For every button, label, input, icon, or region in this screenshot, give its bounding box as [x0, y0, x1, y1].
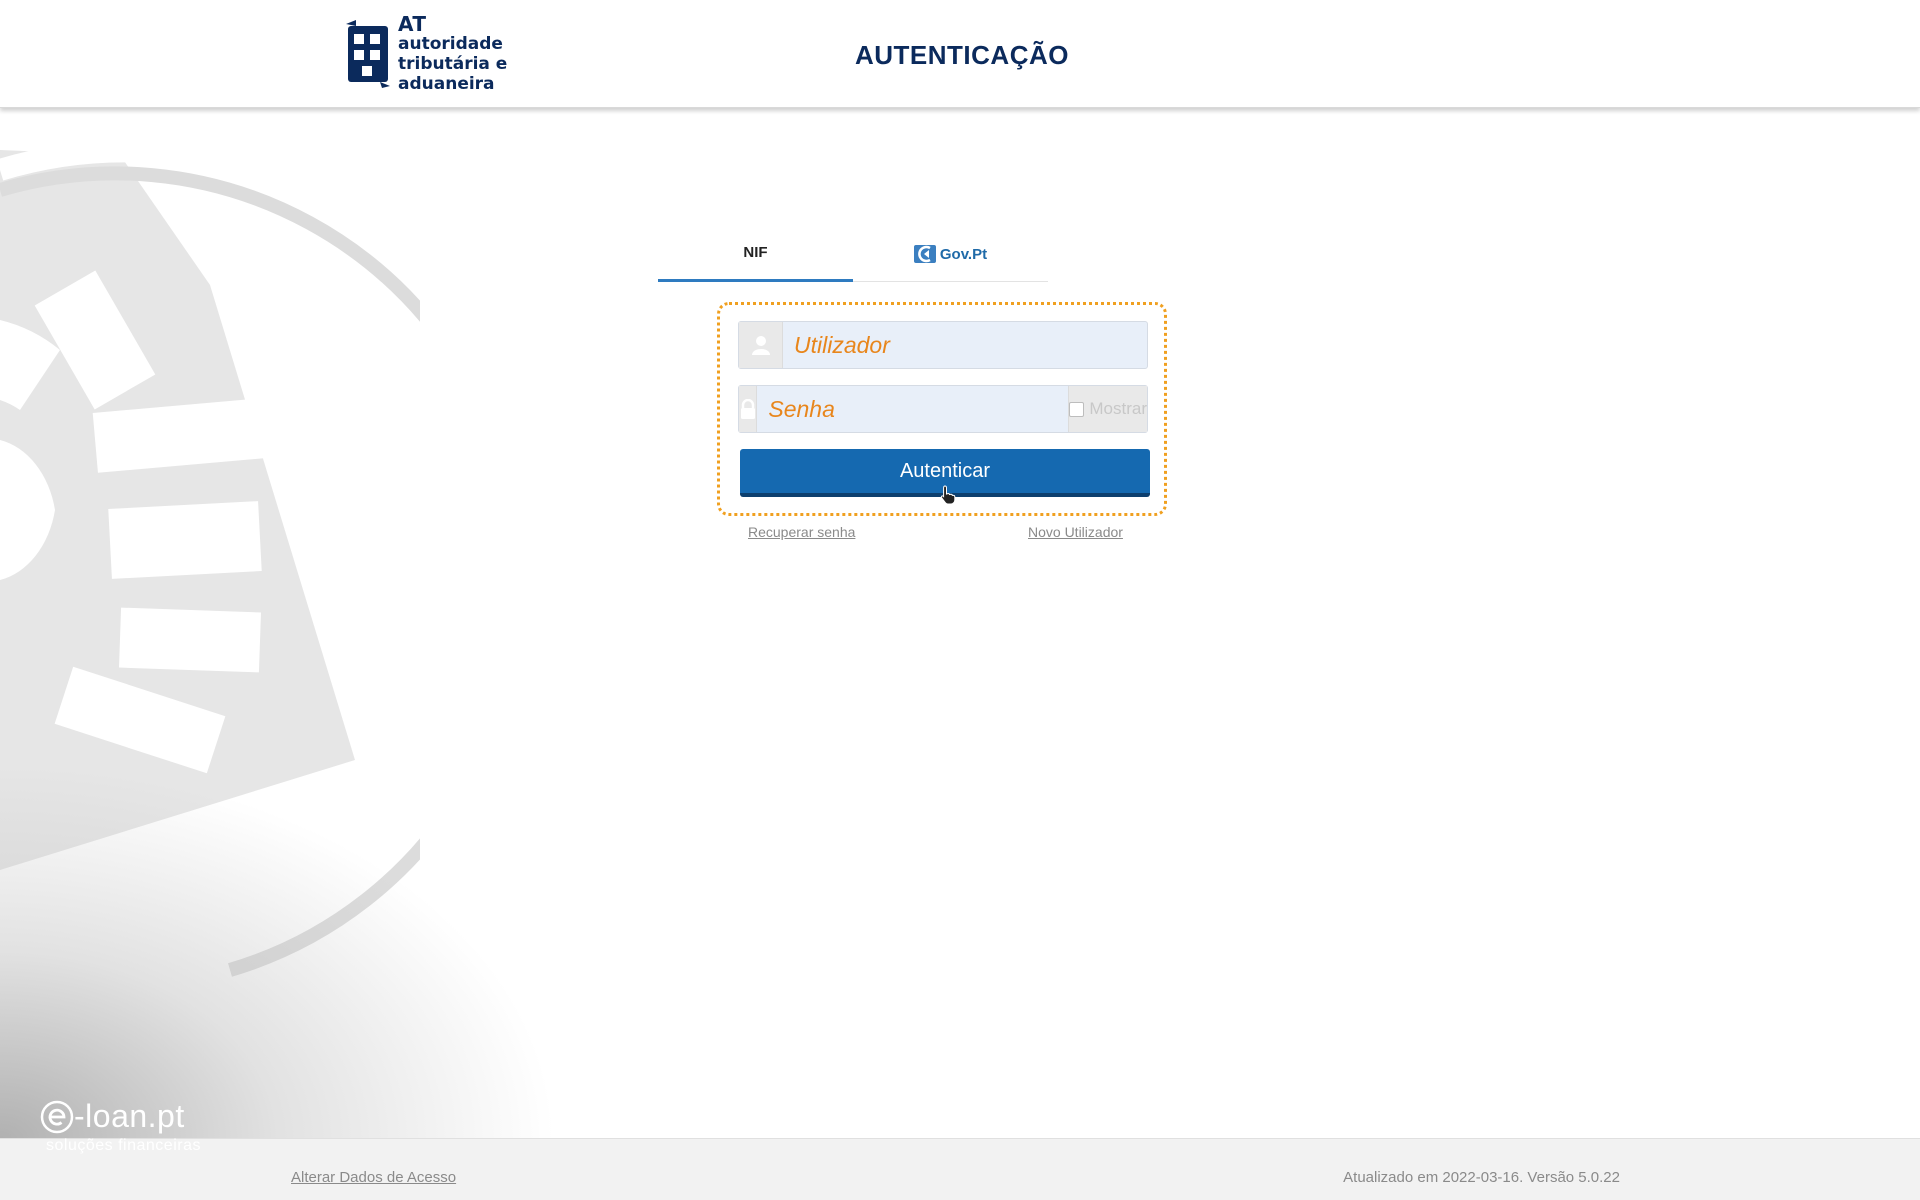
auth-method-tabs: NIF Gov.Pt — [658, 226, 1048, 282]
login-form: Mostrar Autenticar — [717, 302, 1167, 516]
change-access-link[interactable]: Alterar Dados de Acesso — [291, 1169, 456, 1186]
show-password-toggle[interactable]: Mostrar — [1068, 386, 1147, 432]
logo-line-1: AT — [398, 12, 427, 36]
page-title: AUTENTICAÇÃO — [855, 40, 1069, 70]
govpt-logo-icon — [913, 245, 936, 263]
background-gradient — [0, 760, 560, 1140]
mouse-cursor-icon — [940, 485, 956, 505]
page-header: AT autoridade tributária e aduaneira AUT… — [0, 0, 1920, 108]
show-password-checkbox[interactable] — [1069, 401, 1085, 417]
lock-icon — [739, 386, 758, 432]
eloan-branding: -loan.pt soluções financeiras — [40, 1098, 201, 1155]
password-input[interactable] — [757, 386, 1069, 432]
tab-nif[interactable]: NIF — [658, 226, 853, 282]
recover-password-link[interactable]: Recuperar senha — [748, 524, 855, 540]
username-field — [738, 321, 1148, 369]
logo-line-3: tributária e aduaneira — [398, 54, 508, 94]
eloan-logo: -loan.pt — [40, 1098, 201, 1135]
logo-line-2: autoridade — [398, 34, 503, 54]
username-input[interactable] — [783, 322, 1147, 368]
tab-govpt[interactable]: Gov.Pt — [853, 226, 1048, 282]
at-emblem-icon — [346, 20, 390, 88]
eloan-name: -loan.pt — [74, 1098, 185, 1134]
version-info: Atualizado em 2022-03-16. Versão 5.0.22 — [1343, 1169, 1620, 1186]
password-field: Mostrar — [738, 385, 1148, 433]
at-logo[interactable]: AT autoridade tributária e aduaneira — [344, 14, 584, 94]
show-password-label: Mostrar — [1089, 399, 1147, 418]
user-icon — [739, 322, 783, 368]
eloan-tagline: soluções financeiras — [46, 1137, 201, 1154]
tab-govpt-label: Gov.Pt — [939, 245, 988, 263]
at-logo-text: AT autoridade tributária e aduaneira — [398, 14, 584, 94]
eloan-e-icon — [40, 1100, 74, 1133]
tab-nif-label: NIF — [743, 244, 768, 261]
page-footer: Alterar Dados de Acesso Atualizado em 20… — [0, 1138, 1920, 1200]
new-user-link[interactable]: Novo Utilizador — [1028, 524, 1123, 540]
